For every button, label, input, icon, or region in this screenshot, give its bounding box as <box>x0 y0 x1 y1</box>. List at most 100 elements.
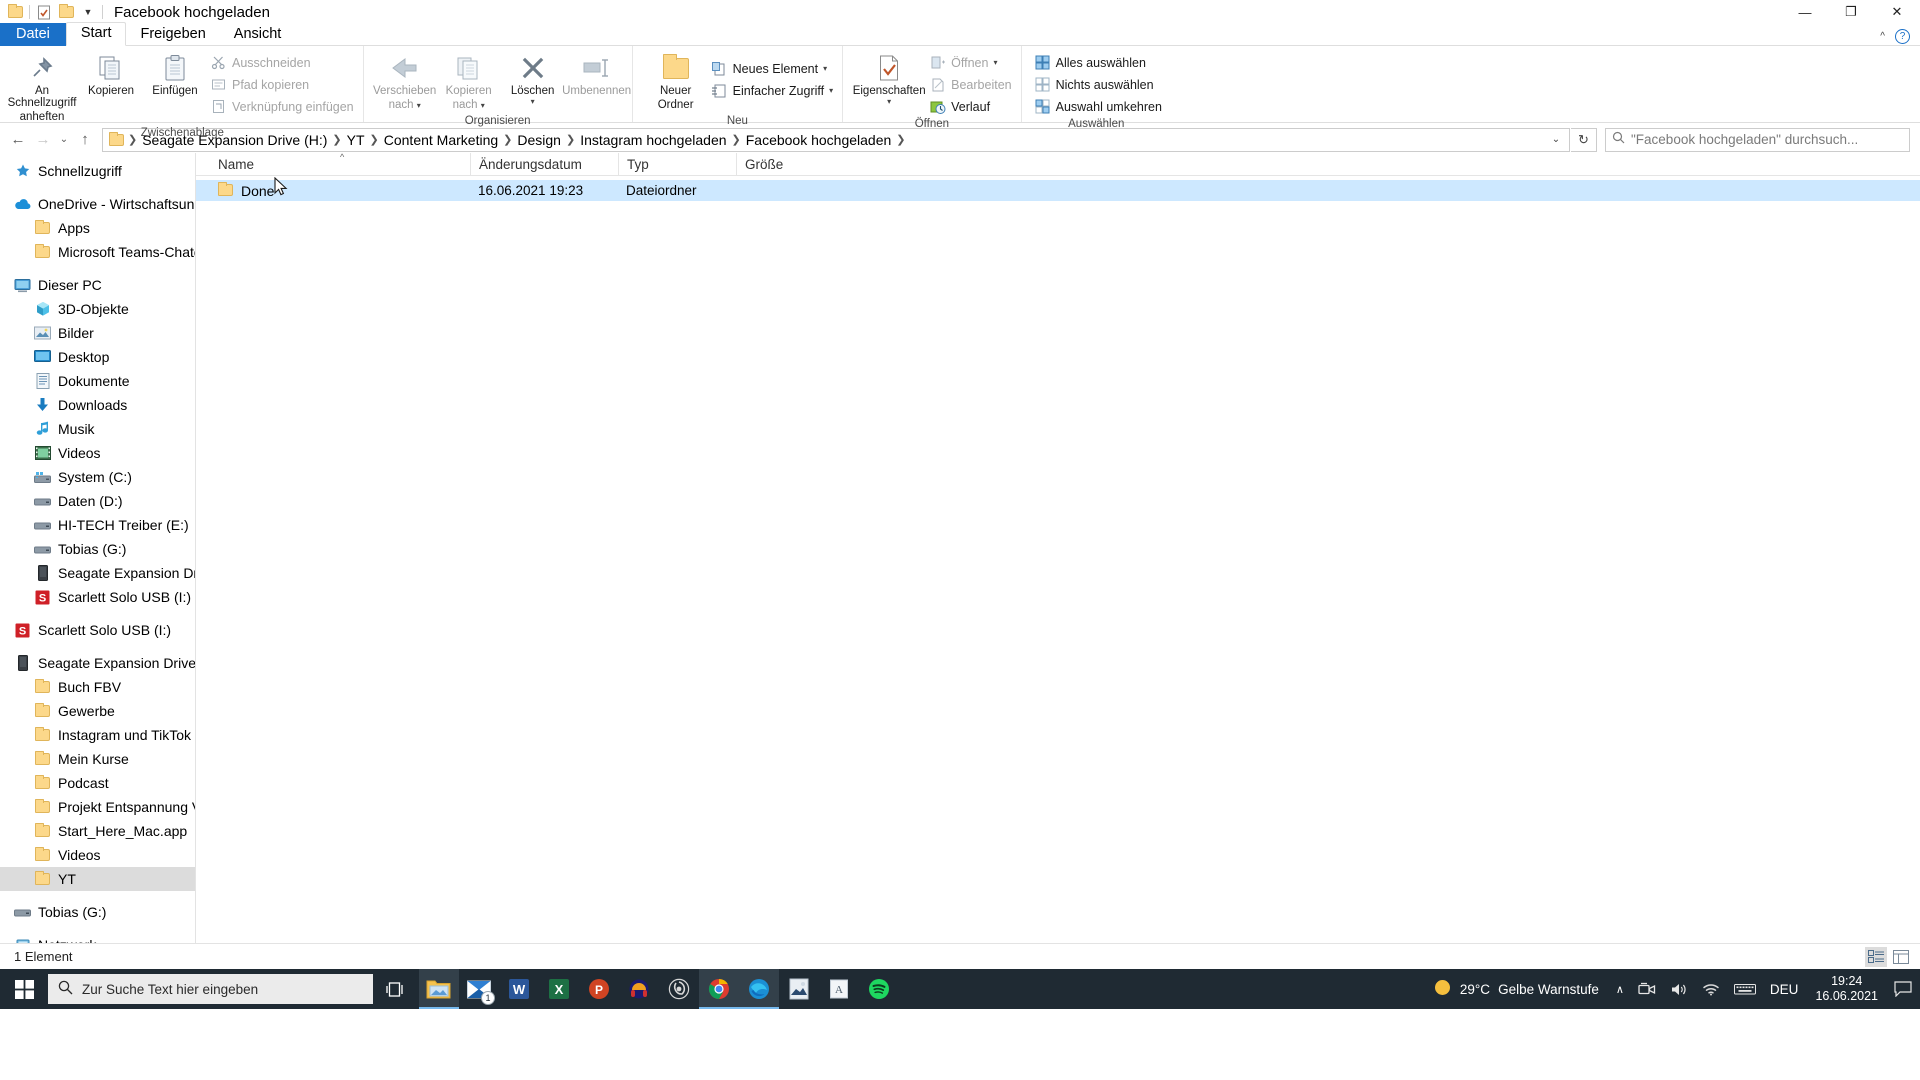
sidebar-item-seagate-expansion-drive-h[interactable]: Seagate Expansion Drive (H <box>0 561 195 585</box>
breadcrumb-separator[interactable]: ❯ <box>731 133 742 146</box>
weather-widget[interactable]: 29°C Gelbe Warnstufe <box>1429 969 1609 1009</box>
sidebar-item-netzwerk[interactable]: Netzwerk <box>0 933 195 943</box>
column-header-date[interactable]: Änderungsdatum <box>470 152 618 176</box>
open-button[interactable]: Öffnen ▾ <box>926 52 1017 73</box>
taskbar-app-excel[interactable]: X <box>539 969 579 1009</box>
new-item-caret-icon[interactable]: ▾ <box>823 64 827 72</box>
minimize-button[interactable]: — <box>1782 0 1828 24</box>
sidebar-item-buch-fbv[interactable]: Buch FBV <box>0 675 195 699</box>
sidebar-item-3d-objekte[interactable]: 3D-Objekte <box>0 297 195 321</box>
breadcrumb-item-5[interactable]: Facebook hochgeladen <box>742 130 896 150</box>
tray-overflow-button[interactable]: ∧ <box>1609 969 1631 1009</box>
refresh-button[interactable]: ↻ <box>1571 127 1597 152</box>
taskbar-search-input[interactable]: Zur Suche Text hier eingeben <box>82 982 258 997</box>
sidebar-item-dieser-pc[interactable]: Dieser PC <box>0 273 195 297</box>
qat-new-folder-icon[interactable] <box>55 1 77 23</box>
taskbar-app-audacity[interactable] <box>619 969 659 1009</box>
select-all-button[interactable]: Alles auswählen <box>1031 52 1168 73</box>
sidebar-item-schnellzugriff[interactable]: Schnellzugriff <box>0 159 195 183</box>
taskbar-app-microsoft-edge[interactable] <box>739 969 779 1009</box>
breadcrumb-item-3[interactable]: Design <box>513 130 565 150</box>
taskbar-app-file-explorer[interactable] <box>419 969 459 1009</box>
address-dropdown-icon[interactable]: ⌄ <box>1545 129 1567 151</box>
sidebar-item-musik[interactable]: Musik <box>0 417 195 441</box>
qat-folder-icon[interactable] <box>4 1 26 23</box>
large-icons-view-button[interactable] <box>1890 947 1912 967</box>
easy-access-button[interactable]: Einfacher Zugriff ▾ <box>708 80 840 101</box>
breadcrumb-separator[interactable]: ❯ <box>895 133 906 146</box>
sidebar-item-hi-tech-treiber-e[interactable]: HI-TECH Treiber (E:) <box>0 513 195 537</box>
start-button[interactable] <box>0 969 48 1009</box>
sidebar-item-downloads[interactable]: Downloads <box>0 393 195 417</box>
invert-selection-button[interactable]: Auswahl umkehren <box>1031 96 1168 117</box>
keyboard-icon[interactable] <box>1727 969 1763 1009</box>
select-none-button[interactable]: Nichts auswählen <box>1031 74 1168 95</box>
easy-access-caret-icon[interactable]: ▾ <box>829 86 833 94</box>
wifi-icon[interactable] <box>1695 969 1727 1009</box>
delete-caret-icon[interactable]: ▾ <box>531 98 535 106</box>
open-caret-icon[interactable]: ▾ <box>993 58 997 66</box>
sidebar-item-mein-kurse[interactable]: Mein Kurse <box>0 747 195 771</box>
sidebar-item-seagate-expansion-drive-h[interactable]: Seagate Expansion Drive (H:) <box>0 651 195 675</box>
paste-button[interactable]: Einfügen <box>143 50 207 100</box>
sidebar-item-videos[interactable]: Videos <box>0 441 195 465</box>
move-to-button[interactable]: Verschieben nach ▾ <box>373 50 437 114</box>
clock[interactable]: 19:24 16.06.2021 <box>1805 969 1888 1009</box>
sidebar-item-system-c[interactable]: System (C:) <box>0 465 195 489</box>
delete-button[interactable]: Löschen ▾ <box>501 50 565 108</box>
sidebar-item-scarlett-solo-usb-i[interactable]: S Scarlett Solo USB (I:) <box>0 585 195 609</box>
sidebar-item-projekt-entspannung-video[interactable]: Projekt Entspannung Video <box>0 795 195 819</box>
taskbar-app-obs-studio[interactable] <box>659 969 699 1009</box>
table-row[interactable]: Done 16.06.2021 19:23 Dateiordner <box>196 180 1920 201</box>
paste-shortcut-button[interactable]: Verknüpfung einfügen <box>207 96 360 117</box>
history-button[interactable]: Verlauf <box>926 96 1017 117</box>
column-header-size[interactable]: Größe <box>736 152 811 176</box>
notification-icon[interactable] <box>1888 969 1918 1009</box>
pin-to-quick-access-button[interactable]: An Schnellzugriff anheften <box>5 50 79 126</box>
taskbar-app-spotify[interactable] <box>859 969 899 1009</box>
qat-customize-chevron-icon[interactable]: ▼ <box>77 1 99 23</box>
properties-caret-icon[interactable]: ▾ <box>887 98 891 106</box>
sidebar-item-instagram-und-tiktok[interactable]: Instagram und TikTok <box>0 723 195 747</box>
sidebar-item-onedrive-wirtschaftsuniver[interactable]: OneDrive - Wirtschaftsuniver <box>0 192 195 216</box>
column-header-name[interactable]: ^ Name <box>210 152 470 176</box>
details-view-button[interactable] <box>1865 946 1887 967</box>
taskbar-app-notes[interactable]: A <box>819 969 859 1009</box>
tab-ansicht[interactable]: Ansicht <box>220 24 296 46</box>
breadcrumb-separator[interactable]: ❯ <box>369 133 380 146</box>
sidebar-item-microsoft-teams-chatdatei[interactable]: Microsoft Teams-Chatdatei <box>0 240 195 264</box>
sidebar-item-videos[interactable]: Videos <box>0 843 195 867</box>
sidebar-item-daten-d[interactable]: Daten (D:) <box>0 489 195 513</box>
task-view-button[interactable] <box>373 969 419 1009</box>
volume-icon[interactable] <box>1663 969 1695 1009</box>
sidebar-item-scarlett-solo-usb-i[interactable]: S Scarlett Solo USB (I:) <box>0 618 195 642</box>
help-icon[interactable]: ? <box>1895 29 1910 44</box>
copy-path-button[interactable]: Pfad kopieren <box>207 74 360 95</box>
sidebar-item-apps[interactable]: Apps <box>0 216 195 240</box>
new-item-button[interactable]: Neues Element ▾ <box>708 58 840 79</box>
sidebar-item-tobias-g[interactable]: Tobias (G:) <box>0 900 195 924</box>
close-button[interactable]: ✕ <box>1874 0 1920 24</box>
sidebar-item-desktop[interactable]: Desktop <box>0 345 195 369</box>
taskbar-app-photo-editor[interactable] <box>779 969 819 1009</box>
copy-button[interactable]: Kopieren <box>79 50 143 100</box>
sidebar-item-gewerbe[interactable]: Gewerbe <box>0 699 195 723</box>
sidebar-item-bilder[interactable]: Bilder <box>0 321 195 345</box>
search-box[interactable]: "Facebook hochgeladen" durchsuch... <box>1605 127 1910 152</box>
properties-button[interactable]: Eigenschaften ▾ <box>852 50 926 108</box>
taskbar-app-word[interactable]: W <box>499 969 539 1009</box>
qat-properties-icon[interactable] <box>33 1 55 23</box>
sidebar-item-start-here-mac-app[interactable]: Start_Here_Mac.app <box>0 819 195 843</box>
breadcrumb-separator[interactable]: ❯ <box>565 133 576 146</box>
new-folder-button[interactable]: Neuer Ordner <box>644 50 708 114</box>
taskbar-search-box[interactable]: Zur Suche Text hier eingeben <box>48 974 373 1004</box>
breadcrumb-item-2[interactable]: Content Marketing <box>380 130 502 150</box>
search-input[interactable]: "Facebook hochgeladen" durchsuch... <box>1631 132 1858 147</box>
sidebar-item-dokumente[interactable]: Dokumente <box>0 369 195 393</box>
column-header-type[interactable]: Typ <box>618 152 736 176</box>
cut-button[interactable]: Ausschneiden <box>207 52 360 73</box>
ribbon-collapse-icon[interactable]: ^ <box>1880 31 1885 42</box>
sidebar-item-yt[interactable]: YT <box>0 867 195 891</box>
tab-datei[interactable]: Datei <box>0 23 66 46</box>
maximize-button[interactable]: ❐ <box>1828 0 1874 24</box>
